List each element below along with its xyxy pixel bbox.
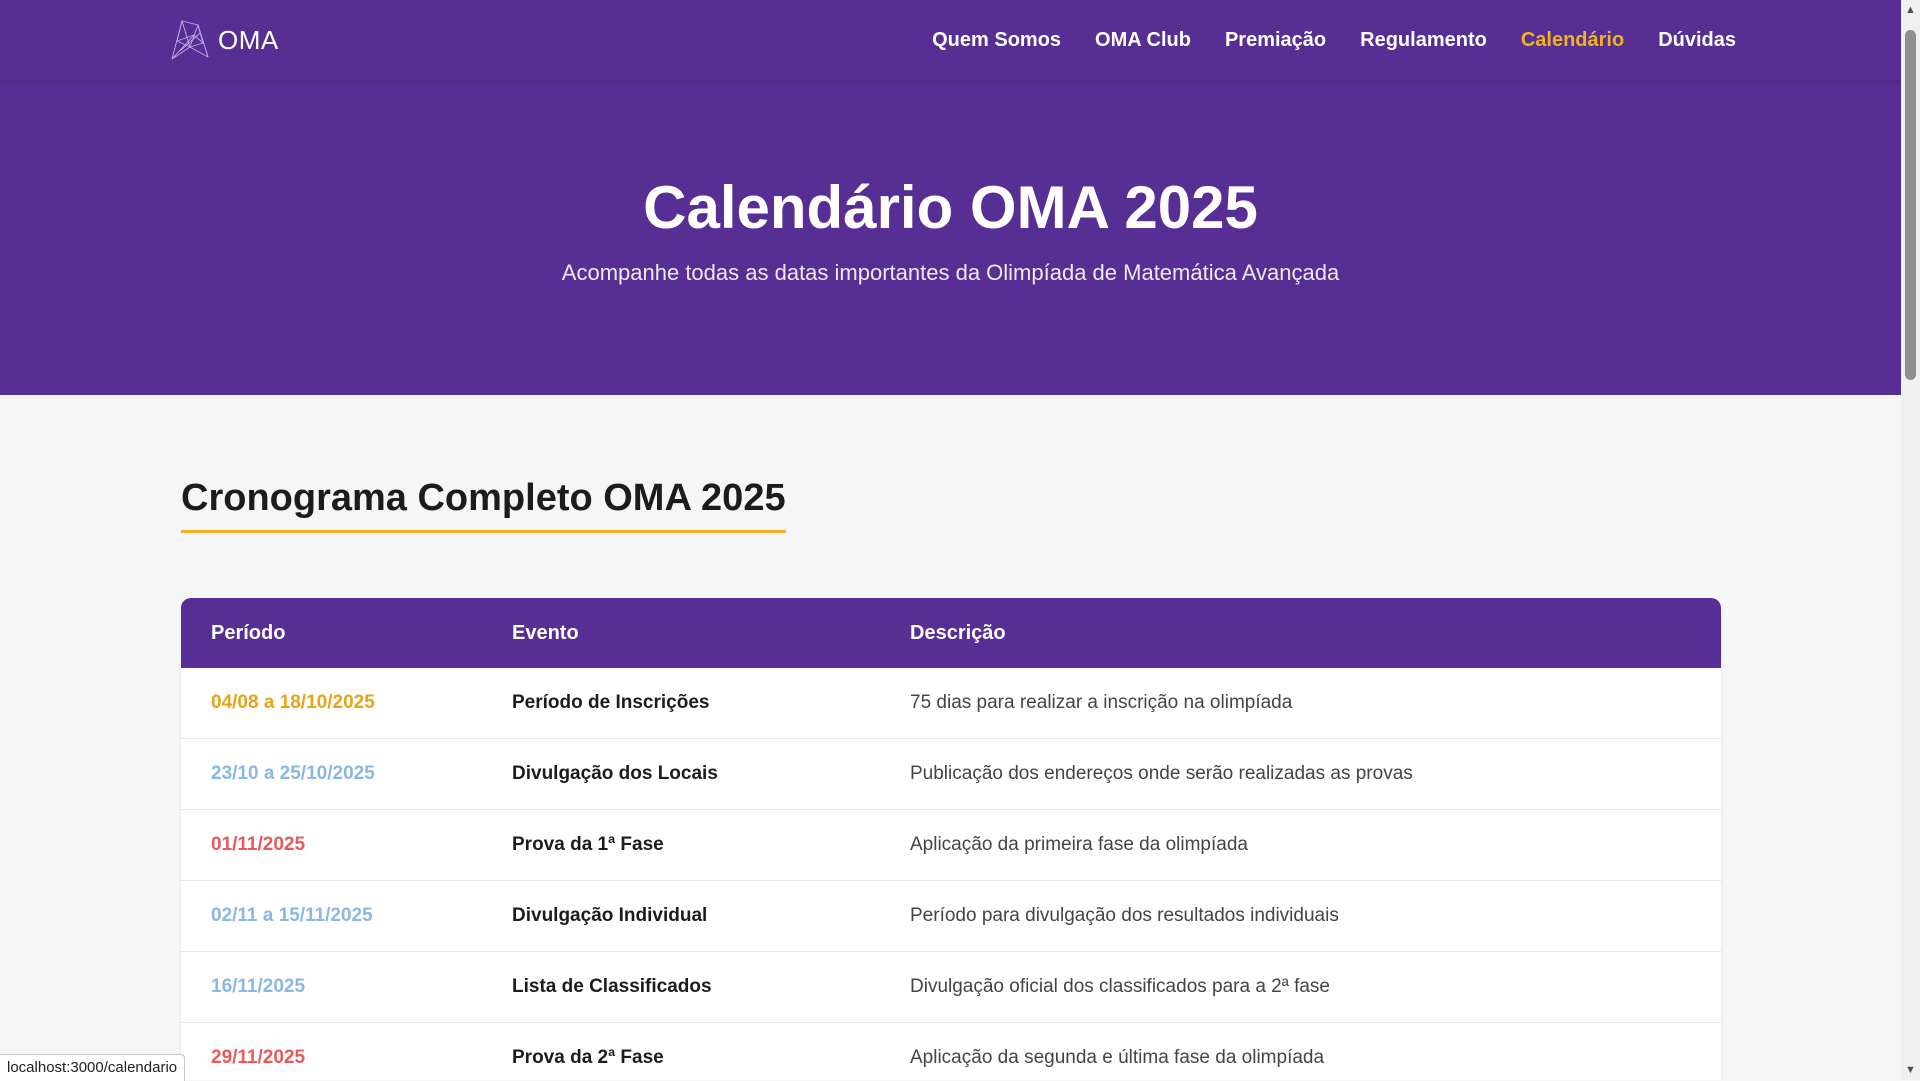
oma-logo-icon [171,19,209,60]
table-row: 01/11/2025 Prova da 1ª Fase Aplicação da… [181,810,1721,881]
nav-link-calendario[interactable]: Calendário [1521,29,1624,52]
row-event: Período de Inscrições [512,692,710,713]
table-header: Período Evento Descrição [181,598,1721,668]
nav-link-quem-somos[interactable]: Quem Somos [932,29,1061,52]
row-period: 04/08 a 18/10/2025 [211,692,375,713]
nav-link-premiacao[interactable]: Premiação [1225,29,1326,52]
nav-link-regulamento[interactable]: Regulamento [1360,29,1487,52]
nav-link-oma-club[interactable]: OMA Club [1095,29,1191,52]
table-row: 02/11 a 15/11/2025 Divulgação Individual… [181,881,1721,952]
row-event: Prova da 2ª Fase [512,1047,664,1068]
header-evento: Evento [512,621,579,644]
nav-link-duvidas[interactable]: Dúvidas [1658,29,1736,52]
scroll-down-arrow-icon[interactable]: ▼ [1901,1060,1920,1080]
logo-link[interactable]: OMA [168,16,279,64]
hero-subtitle: Acompanhe todas as datas importantes da … [561,260,1340,285]
table-row: 04/08 a 18/10/2025 Período de Inscrições… [181,668,1721,739]
table-row: 16/11/2025 Lista de Classificados Divulg… [181,952,1721,1023]
scroll-up-arrow-icon[interactable]: ▲ [1901,0,1920,20]
row-period: 16/11/2025 [211,976,306,997]
row-description: 75 dias para realizar a inscrição na oli… [910,692,1293,713]
table-row: 23/10 a 25/10/2025 Divulgação dos Locais… [181,739,1721,810]
status-bar-url: localhost:3000/calendario [0,1054,186,1081]
header-descricao: Descrição [910,621,1006,644]
logo-text: OMA [218,24,279,55]
row-description: Período para divulgação dos resultados i… [910,905,1339,926]
row-description: Aplicação da primeira fase da olimpíada [910,834,1248,855]
row-event: Lista de Classificados [512,976,712,997]
row-event: Divulgação Individual [512,905,708,926]
scroll-thumb[interactable] [1905,30,1916,380]
row-description: Divulgação oficial dos classificados par… [910,976,1330,997]
row-period: 29/11/2025 [211,1047,306,1068]
navbar: OMA Quem Somos OMA Club Premiação Regula… [0,0,1901,80]
row-description: Aplicação da segunda e última fase da ol… [910,1047,1325,1068]
row-period: 01/11/2025 [211,834,306,855]
header-periodo: Período [211,621,286,644]
row-period: 23/10 a 25/10/2025 [211,763,375,784]
section-title: Cronograma Completo OMA 2025 [181,477,786,533]
page: OMA Quem Somos OMA Club Premiação Regula… [0,0,1901,1080]
nav-links: Quem Somos OMA Club Premiação Regulament… [932,0,1736,80]
row-event: Prova da 1ª Fase [512,834,664,855]
row-event: Divulgação dos Locais [512,763,718,784]
row-description: Publicação dos endereços onde serão real… [910,763,1413,784]
row-period: 02/11 a 15/11/2025 [211,905,373,926]
hero-banner: Calendário OMA 2025 Acompanhe todas as d… [0,80,1901,395]
page-scrollbar[interactable]: ▲ ▼ [1901,0,1920,1080]
hero-title: Calendário OMA 2025 [643,174,1258,241]
table-row: 29/11/2025 Prova da 2ª Fase Aplicação da… [181,1023,1721,1080]
schedule-table: Período Evento Descrição 04/08 a 18/10/2… [181,598,1721,1080]
